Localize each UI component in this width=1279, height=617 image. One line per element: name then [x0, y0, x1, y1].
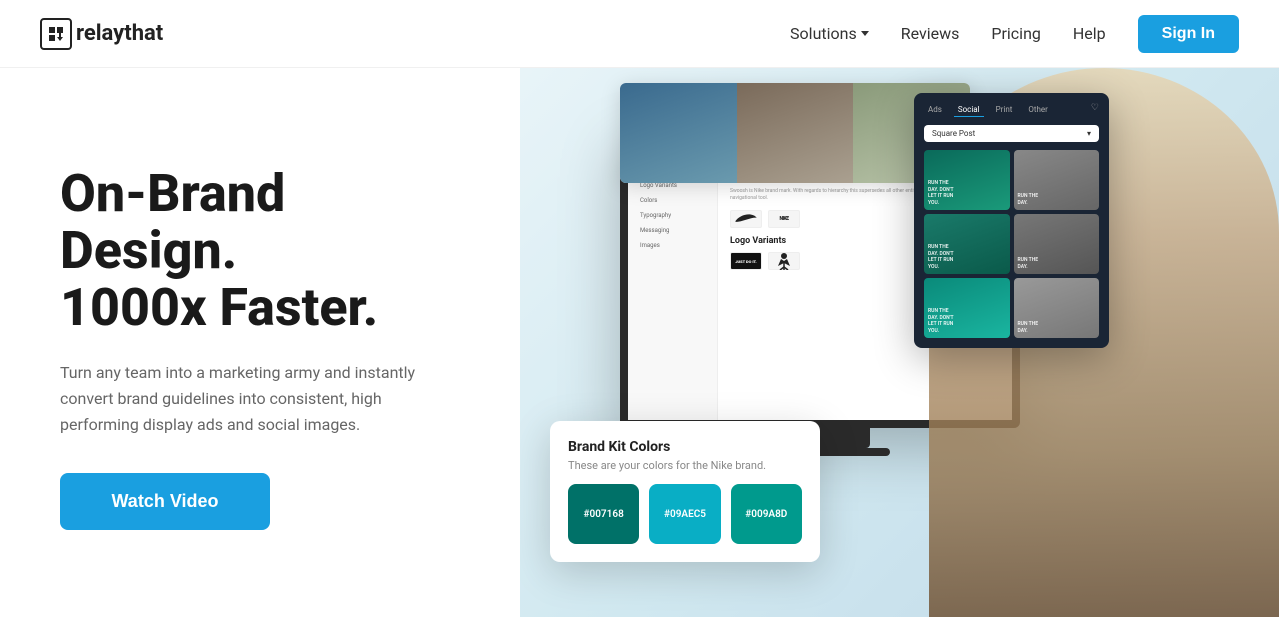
social-grid-item-6: RUN THEDAY. [1014, 278, 1100, 338]
hero-subtitle: Turn any team into a marketing army and … [60, 360, 460, 437]
color-swatch-3: #009A8D [731, 484, 802, 544]
pricing-link[interactable]: Pricing [991, 24, 1041, 43]
logo-icon [40, 18, 72, 50]
logo-text: relaythat [76, 21, 163, 46]
solutions-link[interactable]: Solutions [790, 24, 869, 43]
hero-left: On-Brand Design. 1000x Faster. Turn any … [0, 68, 520, 617]
brand-kit-subtitle: These are your colors for the Nike brand… [568, 459, 802, 472]
monitor-jumpman [768, 252, 800, 270]
social-panel: Ads Social Print Other ♡ Square Post ▾ R… [914, 93, 1109, 348]
social-tab-ads[interactable]: Ads [924, 103, 946, 117]
social-grid-item-4: RUN THEDAY. [1014, 214, 1100, 274]
reviews-link[interactable]: Reviews [901, 24, 960, 43]
dropdown-label: Square Post [932, 129, 975, 138]
heart-icon: ♡ [1091, 103, 1099, 117]
social-grid-item-3: RUN THEDAY. DON'TLET IT RUNYOU. [924, 214, 1010, 274]
brand-kit-title: Brand Kit Colors [568, 439, 802, 455]
color-swatch-2: #09AEC5 [649, 484, 720, 544]
watch-video-button[interactable]: Watch Video [60, 473, 270, 530]
photo-1 [620, 83, 737, 183]
social-label-4: RUN THEDAY. [1018, 257, 1039, 270]
social-label-2: RUN THEDAY. [1018, 193, 1039, 206]
photo-2 [737, 83, 854, 183]
monitor-nike-swoosh [730, 210, 762, 228]
main-content: On-Brand Design. 1000x Faster. Turn any … [0, 68, 1279, 617]
social-dropdown[interactable]: Square Post ▾ [924, 125, 1099, 142]
social-label-5: RUN THEDAY. DON'TLET IT RUNYOU. [928, 308, 954, 334]
monitor-nike-wordmark: NIKE [768, 210, 800, 228]
signin-button[interactable]: Sign In [1138, 15, 1239, 53]
social-tab-other[interactable]: Other [1024, 103, 1051, 117]
social-grid-item-2: RUN THEDAY. [1014, 150, 1100, 210]
navbar: relaythat Solutions Reviews Pricing Help… [0, 0, 1279, 68]
monitor-just-do-it: JUST DO IT. [730, 252, 762, 270]
social-grid: RUN THEDAY. DON'TLET IT RUNYOU. RUN THED… [924, 150, 1099, 338]
nav-links: Solutions Reviews Pricing Help Sign In [790, 15, 1239, 53]
social-grid-item-5: RUN THEDAY. DON'TLET IT RUNYOU. [924, 278, 1010, 338]
logo[interactable]: relaythat [40, 18, 163, 50]
social-tabs: Ads Social Print Other ♡ [924, 103, 1099, 117]
social-label-3: RUN THEDAY. DON'TLET IT RUNYOU. [928, 244, 954, 270]
dropdown-chevron-icon: ▾ [1087, 129, 1091, 138]
monitor-sidebar-messaging: Messaging [636, 224, 709, 237]
hero-title: On-Brand Design. 1000x Faster. [60, 165, 480, 337]
social-grid-item-1: RUN THEDAY. DON'TLET IT RUNYOU. [924, 150, 1010, 210]
color-swatch-1: #007168 [568, 484, 639, 544]
social-label-6: RUN THEDAY. [1018, 321, 1039, 334]
social-label-1: RUN THEDAY. DON'TLET IT RUNYOU. [928, 180, 954, 206]
help-link[interactable]: Help [1073, 24, 1106, 43]
hero-right: Nike Brand Login Logo Variants Colors Ty… [520, 68, 1279, 617]
monitor-sidebar-typography: Typography [636, 209, 709, 222]
social-tab-print[interactable]: Print [992, 103, 1017, 117]
monitor-sidebar-images: Images [636, 239, 709, 252]
brand-kit-colors: #007168 #09AEC5 #009A8D [568, 484, 802, 544]
chevron-down-icon [861, 31, 869, 36]
social-tab-social[interactable]: Social [954, 103, 984, 117]
monitor-sidebar-colors: Colors [636, 194, 709, 207]
brand-kit-card: Brand Kit Colors These are your colors f… [550, 421, 820, 562]
